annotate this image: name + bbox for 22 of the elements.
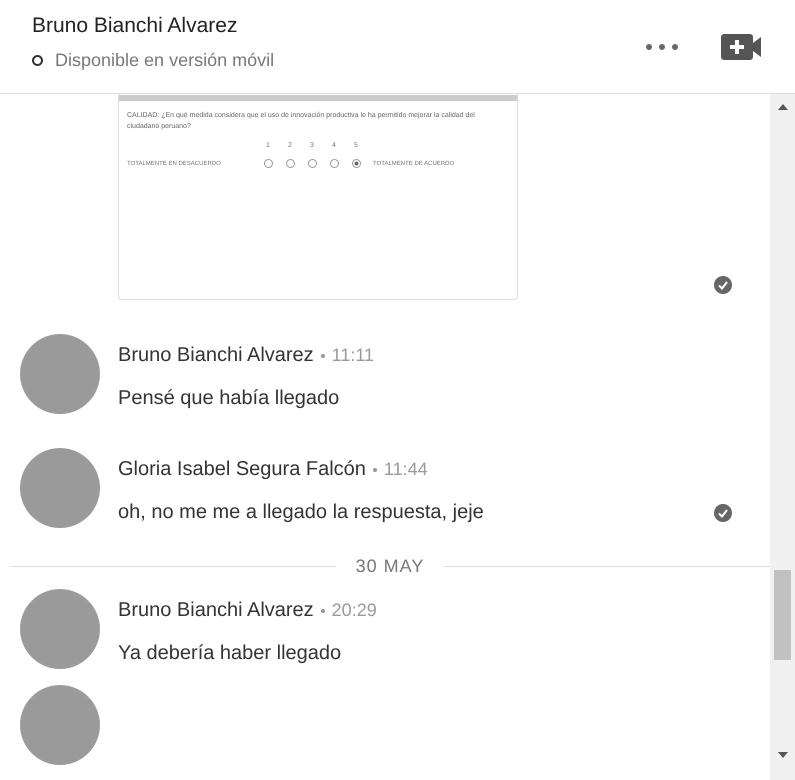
message-time: 11:11 <box>332 345 374 366</box>
scroll-down-icon[interactable] <box>778 752 788 758</box>
status-text: Disponible en versión móvil <box>55 50 274 71</box>
separator-dot <box>320 608 325 612</box>
separator-dot <box>372 468 377 472</box>
date-divider-label: 30 MAY <box>356 556 424 577</box>
sender-name[interactable]: Gloria Isabel Segura Falcón <box>118 458 366 481</box>
sender-name[interactable]: Bruno Bianchi Alvarez <box>118 599 314 622</box>
message-text: oh, no me me a llegado la respuesta, jeje <box>118 501 485 524</box>
scroll-up-icon[interactable] <box>778 104 788 110</box>
more-icon <box>645 42 679 50</box>
message-text: Pensé que había llegado <box>118 387 340 410</box>
conversation-title: Bruno Bianchi Alvarez <box>32 14 238 38</box>
video-camera-plus-icon <box>721 34 763 60</box>
separator-dot <box>320 354 325 358</box>
scrollbar-thumb[interactable] <box>774 570 791 660</box>
message-time: 20:29 <box>332 600 377 621</box>
scrollbar[interactable] <box>770 94 795 780</box>
message-time: 11:44 <box>384 459 428 480</box>
sender-name[interactable]: Bruno Bianchi Alvarez <box>118 344 314 367</box>
status-ring-icon <box>32 55 43 66</box>
message-text: Ya debería haber llegado <box>118 642 342 665</box>
